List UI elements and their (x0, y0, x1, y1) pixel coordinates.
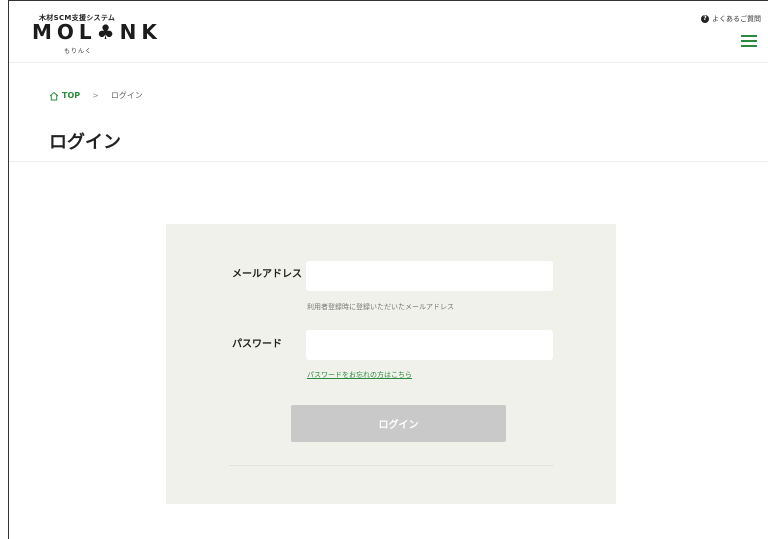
home-icon (49, 91, 59, 100)
page-title: ログイン (49, 132, 121, 153)
breadcrumb-current: ログイン (110, 91, 143, 100)
logo-kana: もりんく (64, 48, 93, 55)
login-button[interactable]: ログイン (291, 405, 506, 442)
email-label: メールアドレス (232, 269, 302, 280)
email-hint: 利用者登録時に登録いただいたメールアドレス (307, 303, 454, 311)
password-label: パスワード (232, 339, 282, 350)
login-form: メールアドレス 利用者登録時に登録いただいたメールアドレス パスワード パスワー… (166, 224, 616, 504)
question-circle-icon: ? (701, 15, 709, 23)
hamburger-menu-icon[interactable] (741, 35, 757, 49)
page-frame: 木材SCM支援システム MOL♣NK もりんく ? よくあるご質問 TOP > … (8, 0, 768, 539)
email-field[interactable] (306, 261, 553, 291)
breadcrumb-separator: > (92, 91, 99, 100)
site-logo[interactable]: MOL♣NK (32, 20, 162, 44)
password-field[interactable] (306, 330, 553, 360)
forgot-password-link[interactable]: パスワードをお忘れの方はこちら (307, 370, 412, 380)
title-divider (9, 161, 768, 162)
card-divider (229, 465, 554, 466)
breadcrumb-home-label: TOP (62, 91, 81, 100)
faq-label: よくあるご質問 (712, 15, 761, 23)
faq-link[interactable]: ? よくあるご質問 (701, 14, 761, 24)
breadcrumb: TOP > ログイン (49, 90, 143, 101)
site-header: 木材SCM支援システム MOL♣NK もりんく ? よくあるご質問 (9, 1, 768, 63)
breadcrumb-home-link[interactable]: TOP (49, 91, 80, 101)
